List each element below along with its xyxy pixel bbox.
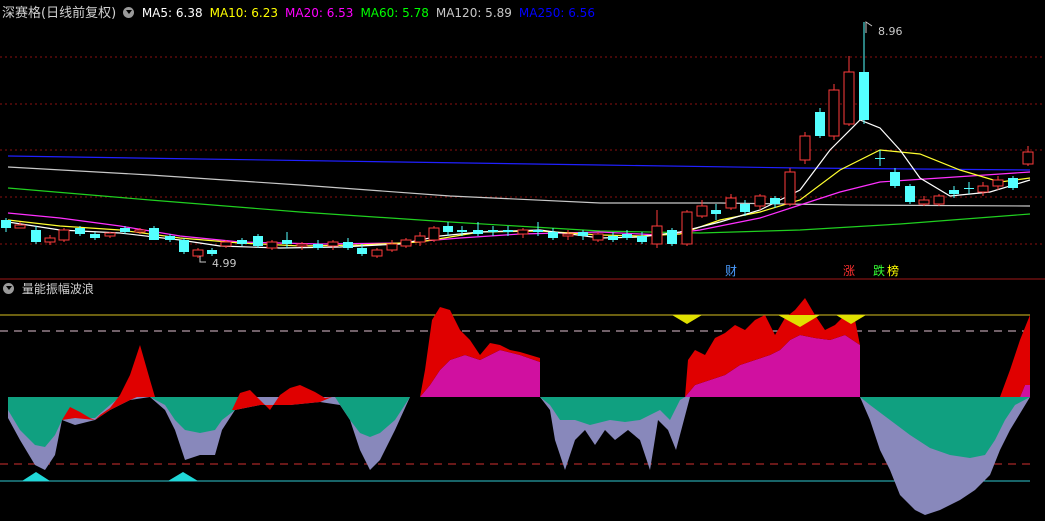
candle-body[interactable] xyxy=(637,236,647,242)
candle-body[interactable] xyxy=(562,233,574,237)
candle-body[interactable] xyxy=(992,179,1004,187)
candle-body[interactable] xyxy=(104,232,116,237)
magenta-wave xyxy=(137,335,1030,397)
candle-body[interactable] xyxy=(253,236,263,246)
ma120-line xyxy=(7,166,1031,207)
candle-body[interactable] xyxy=(608,236,618,240)
candle-body[interactable] xyxy=(905,186,915,202)
candle-body[interactable] xyxy=(890,172,900,186)
candle-body[interactable] xyxy=(696,205,708,217)
candle-body[interactable] xyxy=(918,199,930,205)
candle-body[interactable] xyxy=(592,233,604,241)
candle-body[interactable] xyxy=(371,249,383,257)
candle-body[interactable] xyxy=(859,72,869,120)
candle-body[interactable] xyxy=(1,220,11,228)
candle-body[interactable] xyxy=(740,204,750,212)
candle-body[interactable] xyxy=(149,228,159,240)
candle-body[interactable] xyxy=(357,248,367,254)
lavender-wave xyxy=(8,397,1030,515)
candle-body[interactable] xyxy=(414,235,426,243)
candle-body[interactable] xyxy=(933,195,945,205)
ma60-line xyxy=(7,187,1031,234)
candle-body[interactable] xyxy=(14,224,26,229)
candle-body[interactable] xyxy=(266,241,278,249)
candle-body[interactable] xyxy=(237,240,247,244)
candle-body[interactable] xyxy=(327,241,339,247)
candle-body[interactable] xyxy=(875,158,885,159)
high-price-label: 8.96 xyxy=(878,25,903,38)
candle-body[interactable] xyxy=(282,240,292,244)
candle-body[interactable] xyxy=(843,71,855,125)
candle-body[interactable] xyxy=(134,229,146,233)
candle-body[interactable] xyxy=(120,228,130,232)
event-badges[interactable]: 财 涨 跌 榜 xyxy=(725,263,899,278)
event-badge-fall[interactable]: 跌 xyxy=(873,263,885,278)
candle-body[interactable] xyxy=(503,230,513,232)
candle-body[interactable] xyxy=(711,210,721,214)
candle-body[interactable] xyxy=(799,135,811,161)
event-badge-rise[interactable]: 涨 xyxy=(843,263,855,278)
candle-body[interactable] xyxy=(667,230,677,244)
candle-body[interactable] xyxy=(548,232,558,238)
chart-canvas[interactable]: 8.96 4.99 财 涨 跌 榜 xyxy=(0,0,1045,521)
candle-body[interactable] xyxy=(578,232,588,236)
low-price-label: 4.99 xyxy=(212,257,237,270)
candle-body[interactable] xyxy=(192,249,204,257)
event-badge-list[interactable]: 榜 xyxy=(887,263,899,278)
candle-body[interactable] xyxy=(828,89,840,137)
candle-body[interactable] xyxy=(179,240,189,252)
candle-body[interactable] xyxy=(964,188,974,189)
candle-body[interactable] xyxy=(784,171,796,205)
candle-body[interactable] xyxy=(165,236,175,240)
candle-body[interactable] xyxy=(815,112,825,136)
ma5-line xyxy=(7,119,1031,249)
candle-body[interactable] xyxy=(1008,178,1018,188)
candle-body[interactable] xyxy=(343,242,353,248)
candle-body[interactable] xyxy=(90,234,100,238)
candle-body[interactable] xyxy=(457,230,467,232)
candle-body[interactable] xyxy=(725,197,737,209)
candle-body[interactable] xyxy=(400,239,412,247)
ma-lines xyxy=(7,119,1031,249)
candle-body[interactable] xyxy=(473,230,483,234)
candle-body[interactable] xyxy=(386,243,398,251)
candle-body[interactable] xyxy=(58,229,70,241)
sub-indicator xyxy=(0,298,1030,515)
candle-body[interactable] xyxy=(75,228,85,234)
bottom-signal-markers xyxy=(22,472,198,481)
candle-body[interactable] xyxy=(651,225,663,245)
candle-body[interactable] xyxy=(313,244,323,248)
candle-body[interactable] xyxy=(949,190,959,194)
candle-body[interactable] xyxy=(770,198,780,204)
candle-body[interactable] xyxy=(31,230,41,242)
event-badge-finance[interactable]: 财 xyxy=(725,264,737,278)
candle-body[interactable] xyxy=(488,230,498,232)
candle-body[interactable] xyxy=(428,227,440,241)
candle-body[interactable] xyxy=(681,211,693,245)
candle-body[interactable] xyxy=(44,237,56,243)
candle-body[interactable] xyxy=(1022,151,1034,165)
candle-body[interactable] xyxy=(533,230,543,232)
candle-body[interactable] xyxy=(220,241,232,247)
candle-body[interactable] xyxy=(977,185,989,193)
candle-body[interactable] xyxy=(443,226,453,232)
low-marker: 4.99 xyxy=(199,256,237,270)
high-marker: 8.96 xyxy=(865,21,903,38)
candle-body[interactable] xyxy=(517,229,529,235)
candle-body[interactable] xyxy=(754,195,766,207)
candle-body[interactable] xyxy=(296,243,308,247)
candle-body[interactable] xyxy=(207,250,217,254)
candle-body[interactable] xyxy=(622,234,632,238)
